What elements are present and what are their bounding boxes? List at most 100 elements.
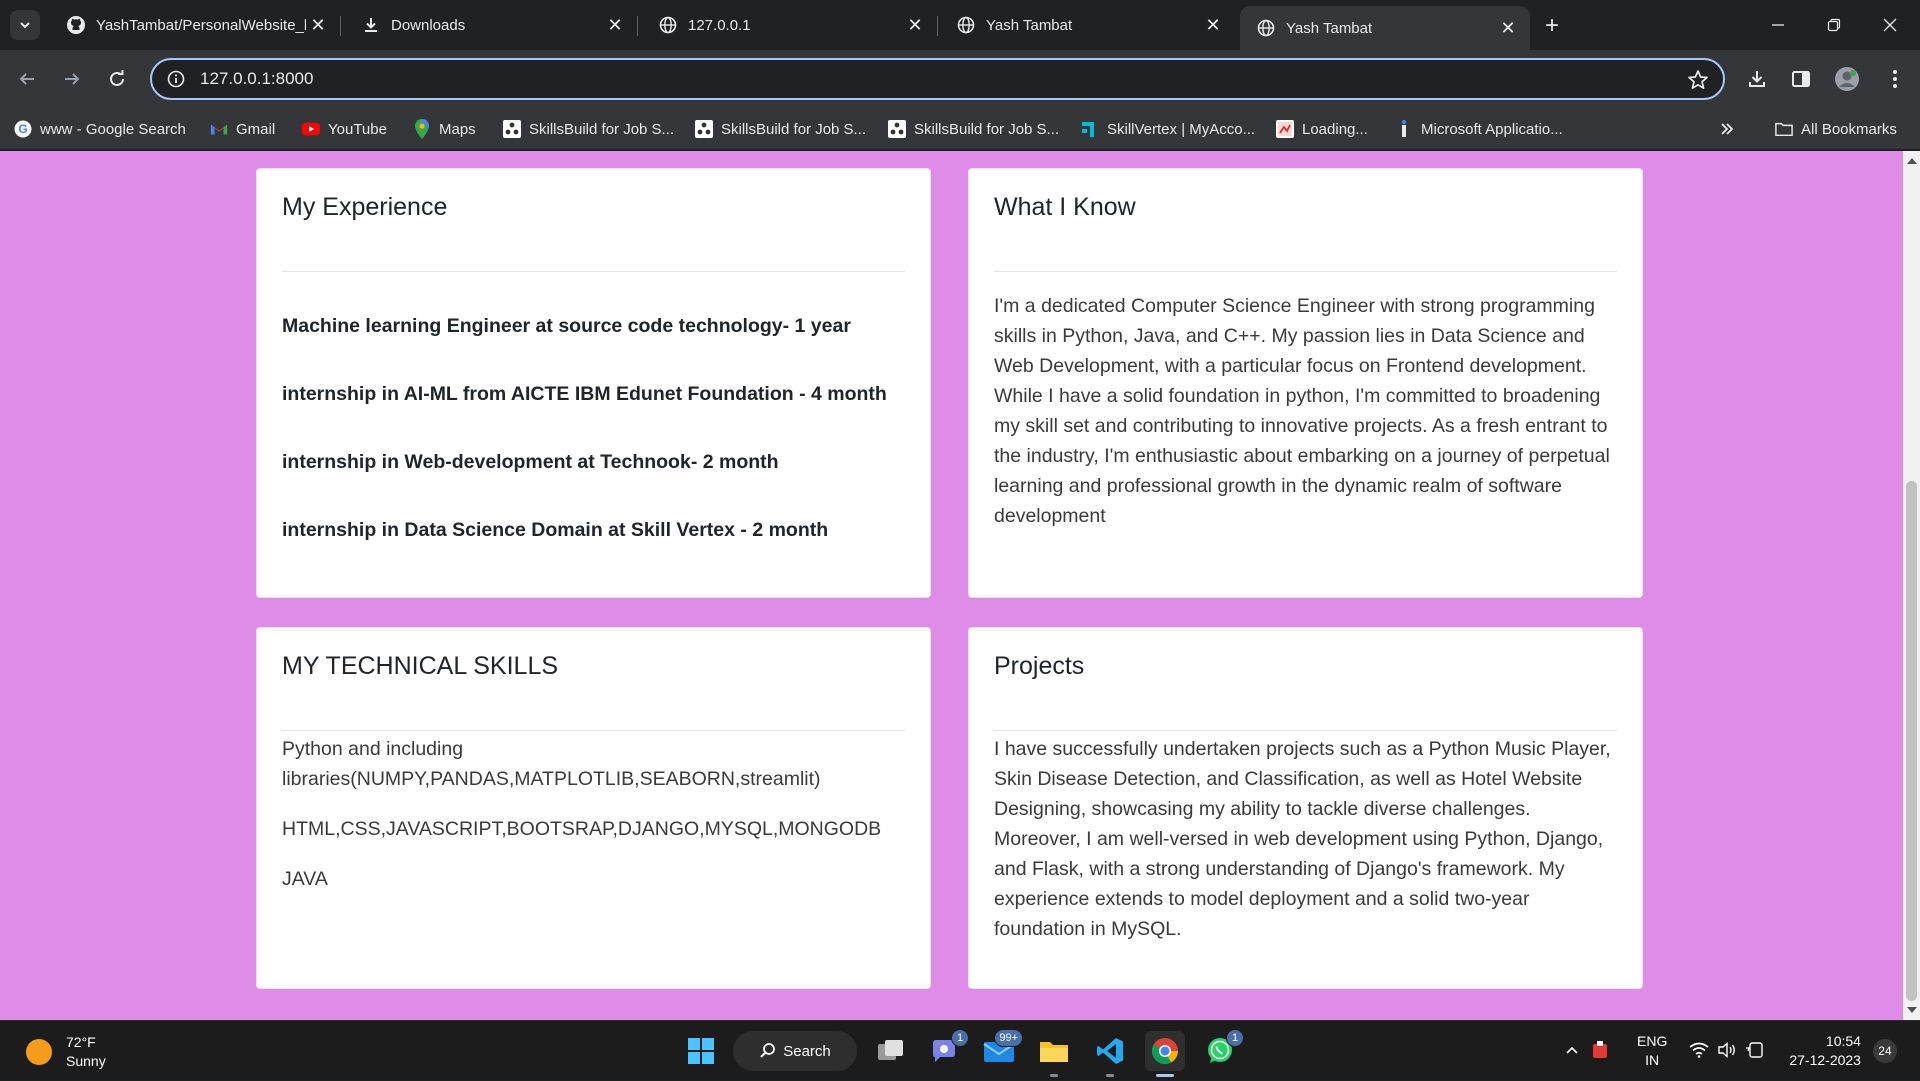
windows-logo-icon [688, 1038, 714, 1064]
technical-skills-title: MY TECHNICAL SKILLS [282, 652, 559, 680]
site-info-icon[interactable] [166, 69, 186, 89]
volume-icon[interactable] [1717, 1041, 1737, 1061]
vscode-app[interactable] [1090, 1031, 1130, 1077]
bookmark-skillsbuild-3[interactable]: SkillsBuild for Job S... [888, 117, 1059, 141]
bookmark-maps[interactable]: Maps [413, 117, 476, 141]
close-window-button[interactable] [1866, 8, 1914, 42]
security-app-icon[interactable] [1591, 1040, 1609, 1063]
what-i-know-title: What I Know [994, 193, 1136, 221]
minimize-button[interactable] [1754, 8, 1802, 42]
show-hidden-icons[interactable] [1565, 1043, 1579, 1060]
globe-icon [658, 15, 678, 35]
bookmark-loading[interactable]: Loading... [1276, 117, 1368, 141]
downloads-button[interactable] [1742, 64, 1772, 94]
tab-downloads[interactable]: Downloads ✕ [345, 8, 638, 42]
reload-button[interactable] [100, 62, 134, 96]
clock[interactable]: 10:54 27-12-2023 [1789, 1032, 1861, 1070]
profile-avatar[interactable] [1832, 64, 1862, 94]
bookmark-skillsbuild-1[interactable]: SkillsBuild for Job S... [503, 117, 674, 141]
vscode-icon [1097, 1038, 1123, 1064]
tab-yash-tambat[interactable]: Yash Tambat ✕ [940, 8, 1235, 42]
bookmark-skillvertex[interactable]: SkillVertex | MyAcco... [1081, 117, 1255, 141]
weather-temp: 72°F [66, 1034, 96, 1050]
clock-time: 10:54 [1825, 1033, 1861, 1049]
close-tab-icon[interactable]: ✕ [603, 13, 627, 37]
search-icon [760, 1043, 776, 1058]
arrow-right-icon [65, 73, 80, 85]
active-indicator [1156, 1074, 1174, 1077]
projects-text: I have successfully undertaken projects … [994, 738, 1611, 940]
page-scrollbar[interactable] [1903, 151, 1920, 1020]
technical-skills-card: MY TECHNICAL SKILLS Python and including… [256, 627, 931, 989]
tab-github[interactable]: YashTambat/PersonalWebsite_b ✕ [50, 8, 341, 42]
taskbar-search[interactable]: Search [733, 1031, 857, 1071]
teams-badge: 1 [951, 1029, 969, 1047]
teams-app[interactable]: 1 [925, 1029, 969, 1071]
start-button[interactable] [681, 1031, 721, 1071]
back-button[interactable] [10, 62, 44, 96]
tab-yash-tambat-active[interactable]: Yash Tambat ✕ [1240, 6, 1530, 50]
battery-icon[interactable] [1745, 1041, 1765, 1061]
bookmark-label: Loading... [1302, 120, 1368, 138]
close-tab-icon[interactable]: ✕ [306, 13, 330, 37]
bookmark-label: Gmail [236, 120, 276, 138]
bookmark-star-icon[interactable] [1687, 69, 1709, 96]
tab-localhost[interactable]: 127.0.0.1 ✕ [642, 8, 938, 42]
side-panel-icon [1792, 71, 1810, 87]
loading-icon [1276, 120, 1294, 138]
new-tab-button[interactable]: + [1538, 12, 1566, 40]
microsoft-icon [1395, 120, 1413, 138]
bookmark-skillsbuild-2[interactable]: SkillsBuild for Job S... [695, 117, 866, 141]
folder-icon [1040, 1042, 1068, 1062]
notification-count[interactable]: 24 [1872, 1039, 1897, 1063]
language-indicator[interactable]: ENG IN [1637, 1032, 1667, 1070]
restore-button[interactable] [1810, 8, 1858, 42]
bookmark-label: SkillVertex | MyAcco... [1107, 120, 1256, 138]
address-bar[interactable]: 127.0.0.1:8000 [150, 58, 1725, 100]
sun-icon [26, 1039, 52, 1065]
weather-widget[interactable]: 72°F Sunny [26, 1033, 106, 1071]
bookmark-gmail[interactable]: Gmail [210, 117, 275, 141]
url-text[interactable]: 127.0.0.1:8000 [200, 69, 313, 89]
close-tab-icon[interactable]: ✕ [1496, 16, 1520, 40]
task-view-button[interactable] [871, 1031, 911, 1071]
github-icon [66, 15, 86, 35]
bookmark-google[interactable]: G www - Google Search [14, 117, 186, 141]
chrome-app[interactable] [1145, 1031, 1185, 1077]
scrollbar-thumb[interactable] [1906, 481, 1917, 1001]
region-code: IN [1645, 1052, 1660, 1068]
weather-condition: Sunny [66, 1053, 106, 1069]
maps-icon [413, 119, 431, 139]
close-tab-icon[interactable]: ✕ [903, 13, 927, 37]
bookmark-label: Microsoft Applicatio... [1421, 120, 1563, 138]
what-i-know-card: What I Know I'm a dedicated Computer Sci… [968, 168, 1643, 598]
divider [282, 271, 905, 272]
experience-item: internship in Web-development at Technoo… [282, 451, 779, 473]
globe-icon [1256, 18, 1276, 38]
more-bookmarks-button[interactable] [1718, 117, 1744, 141]
close-tab-icon[interactable]: ✕ [1201, 13, 1225, 37]
all-bookmarks-button[interactable]: All Bookmarks [1775, 117, 1897, 141]
tab-title: YashTambat/PersonalWebsite_b [96, 16, 306, 34]
whatsapp-app[interactable]: 1 [1200, 1029, 1244, 1071]
youtube-icon [302, 120, 320, 138]
scroll-down-arrow[interactable] [1907, 1007, 1917, 1013]
mail-app[interactable]: 99+ [979, 1029, 1023, 1071]
bookmark-label: YouTube [328, 120, 387, 138]
bookmark-youtube[interactable]: YouTube [302, 117, 387, 141]
skillsbuild-icon [888, 120, 906, 138]
tab-search-button[interactable] [10, 10, 40, 40]
bookmark-microsoft[interactable]: Microsoft Applicatio... [1395, 117, 1563, 141]
download-icon [361, 15, 381, 35]
chevron-up-icon [1566, 1046, 1578, 1054]
forward-button[interactable] [55, 62, 89, 96]
file-explorer-app[interactable] [1034, 1031, 1074, 1077]
chevron-down-icon [20, 22, 30, 29]
wifi-icon[interactable] [1689, 1042, 1709, 1061]
menu-button[interactable] [1880, 64, 1910, 94]
language-code: ENG [1637, 1033, 1668, 1049]
bookmark-label: SkillsBuild for Job S... [914, 120, 1060, 138]
skill-item: JAVA [282, 868, 328, 890]
scroll-up-arrow[interactable] [1907, 158, 1917, 164]
side-panel-button[interactable] [1786, 64, 1816, 94]
